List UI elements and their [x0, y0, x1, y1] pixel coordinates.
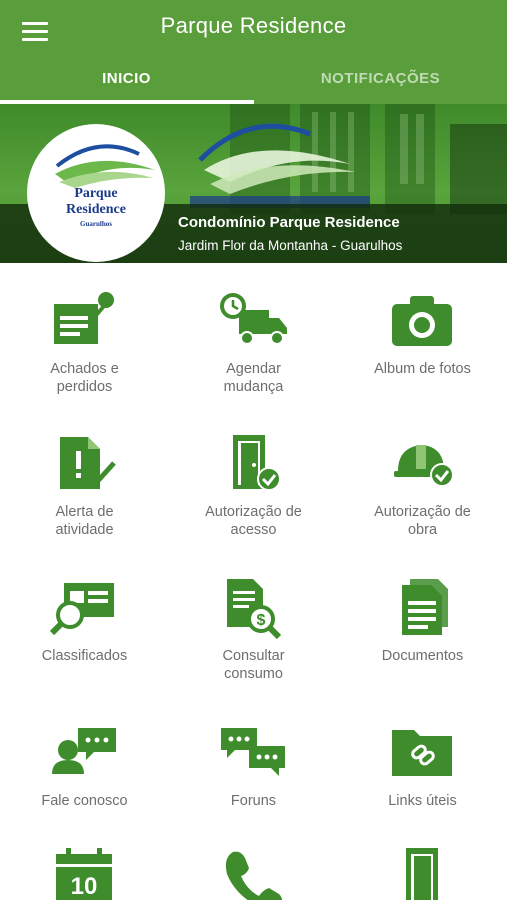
menu-label: Achados e perdidos: [50, 361, 119, 395]
menu-label: Documentos: [381, 648, 464, 664]
menu-label: Agendar mudança: [223, 361, 284, 395]
condo-banner: Parque Residence Guarulhos Condomínio Pa…: [0, 104, 507, 263]
moving-truck-icon: [220, 293, 287, 345]
menu-tile-fale-conosco[interactable]: Fale conosco: [0, 722, 169, 862]
hard-hat-icon: [394, 445, 454, 487]
tab-inicio[interactable]: INICIO: [0, 70, 253, 87]
menu-label: Links úteis: [388, 793, 457, 809]
lost-and-found-icon: [54, 292, 114, 344]
door-icon: [406, 848, 438, 900]
phone-icon: [225, 851, 282, 900]
menu-label: Classificados: [41, 648, 128, 664]
menu-tile-portaria[interactable]: [338, 848, 507, 900]
menu-label: Fale conosco: [41, 793, 128, 809]
documents-icon: [402, 579, 448, 635]
menu-tile-achados-perdidos[interactable]: Achados e perdidos: [0, 290, 169, 430]
menu-label: Alerta de atividade: [55, 504, 114, 538]
logo-name-line2: Residence: [66, 202, 126, 217]
menu-tile-foruns[interactable]: Foruns: [169, 722, 338, 862]
camera-icon: [392, 296, 452, 346]
menu-tile-autorizacao-obra[interactable]: Autorização de obra: [338, 433, 507, 573]
menu-label: Foruns: [230, 793, 277, 809]
app-bar: Parque Residence INICIO NOTIFICAÇÕES: [0, 0, 507, 104]
menu-tile-calendario[interactable]: 10: [0, 848, 169, 900]
menu-label: Autorização de acesso: [205, 504, 302, 538]
menu-label: Consultar consumo: [222, 648, 285, 682]
activity-alert-icon: [60, 437, 116, 489]
menu-tile-agendar-mudanca[interactable]: Agendar mudança: [169, 290, 338, 430]
access-door-icon: [233, 435, 281, 491]
menu-tile-alerta-atividade[interactable]: Alerta de atividade: [0, 433, 169, 573]
tab-notificacoes[interactable]: NOTIFICAÇÕES: [254, 70, 507, 87]
logo-name-line1: Parque: [74, 186, 118, 201]
classifieds-icon: [49, 583, 114, 636]
menu-tile-telefones[interactable]: [169, 848, 338, 900]
menu-tile-autorizacao-acesso[interactable]: Autorização de acesso: [169, 433, 338, 573]
page-title: Parque Residence: [160, 13, 347, 38]
menu-tile-album-fotos[interactable]: Album de fotos: [338, 290, 507, 430]
logo-city: Guarulhos: [80, 220, 112, 228]
condo-address: Jardim Flor da Montanha - Guarulhos: [178, 238, 403, 253]
menu-tile-documentos[interactable]: Documentos: [338, 577, 507, 717]
links-folder-icon: [392, 730, 452, 776]
calendar-day: 10: [71, 873, 98, 900]
condo-name: Condomínio Parque Residence: [178, 214, 400, 231]
menu-label: Album de fotos: [374, 361, 471, 377]
condo-logo: Parque Residence Guarulhos: [27, 124, 165, 262]
menu-tile-classificados[interactable]: Classificados: [0, 577, 169, 717]
forums-icon: [221, 728, 285, 776]
calendar-icon: 10: [56, 848, 112, 900]
contact-icon: [52, 728, 116, 774]
banner-logo-watermark: [190, 123, 370, 208]
svg-text:$: $: [257, 612, 266, 629]
menu-tile-consultar-consumo[interactable]: $ Consultar consumo: [169, 577, 338, 717]
consumption-icon: $: [227, 579, 282, 639]
menu-tile-links-uteis[interactable]: Links úteis: [338, 722, 507, 862]
menu-label: Autorização de obra: [374, 504, 471, 538]
